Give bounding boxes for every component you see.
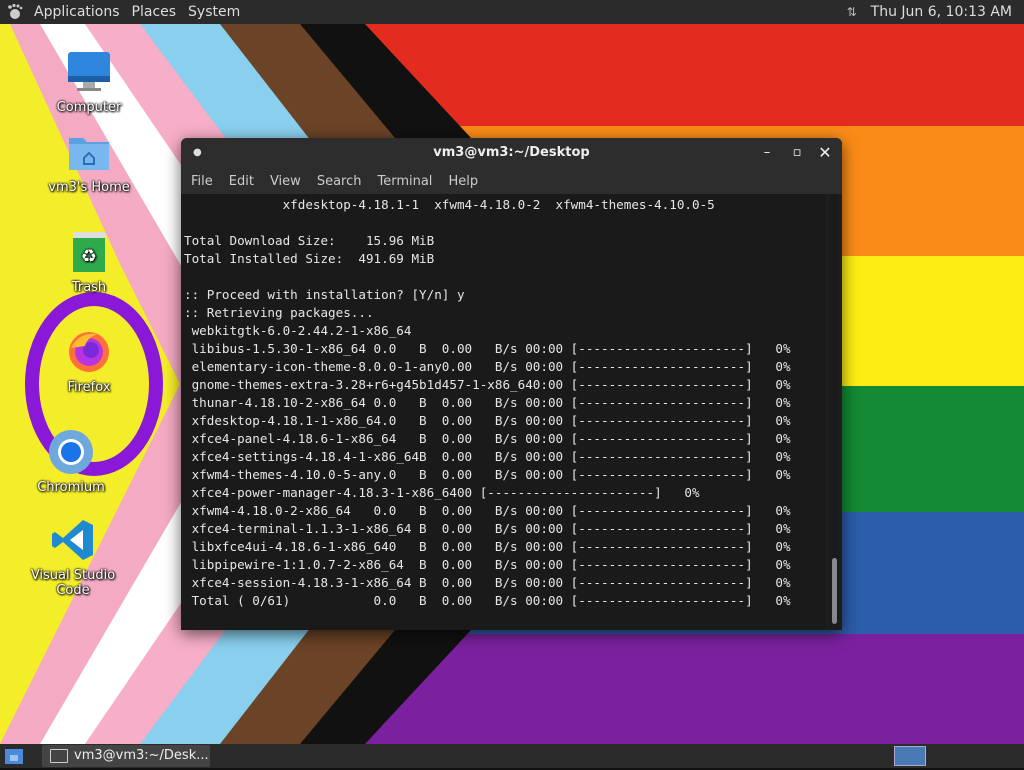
desktop-icon-trash[interactable]: ♻ Trash — [34, 228, 144, 295]
menu-terminal[interactable]: Terminal — [371, 174, 438, 189]
terminal-line: gnome-themes-extra-3.28+r6+g45b1d457-1-x… — [184, 377, 791, 392]
desktop-icon-computer[interactable]: Computer — [34, 48, 144, 115]
menu-system[interactable]: System — [182, 0, 246, 24]
home-folder-icon — [65, 128, 113, 176]
menu-places[interactable]: Places — [126, 0, 183, 24]
desktop-icon-firefox[interactable]: Firefox — [34, 328, 144, 395]
vscode-icon — [49, 516, 97, 564]
chromium-icon — [47, 428, 95, 476]
trash-icon: ♻ — [65, 228, 113, 276]
menu-view[interactable]: View — [264, 174, 307, 189]
desktop: Computer vm3's Home ♻ Trash Firefox Chro… — [0, 24, 1024, 744]
desktop-icon-label: Visual Studio Code — [30, 568, 116, 598]
firefox-icon — [65, 328, 113, 376]
desktop-icon-chromium[interactable]: Chromium — [16, 428, 126, 495]
minimize-icon[interactable]: – — [754, 138, 780, 168]
desktop-icon-label: Firefox — [67, 380, 111, 395]
terminal-line: xfce4-session-4.18.3-1-x86_64 B 0.00 B/s… — [184, 575, 791, 590]
terminal-output[interactable]: xfdesktop-4.18.1-1 xfwm4-4.18.0-2 xfwm4-… — [181, 194, 826, 630]
terminal-line: xfce4-settings-4.18.4-1-x86_64B 0.00 B/s… — [184, 449, 791, 464]
desktop-icon-label: Trash — [71, 280, 107, 295]
show-desktop-icon[interactable] — [4, 746, 26, 766]
terminal-line: xfdesktop-4.18.1-1-x86_64.0 B 0.00 B/s 0… — [184, 413, 791, 428]
workspace-switcher[interactable] — [894, 746, 926, 766]
terminal-icon — [50, 749, 68, 763]
menu-file[interactable]: File — [185, 174, 219, 189]
terminal-line: xfce4-terminal-1.1.3-1-x86_64 B 0.00 B/s… — [184, 521, 791, 536]
terminal-line: Total Installed Size: 491.69 MiB — [184, 251, 435, 266]
desktop-icon-label: Chromium — [37, 480, 105, 495]
terminal-line: thunar-4.18.10-2-x86_64 0.0 B 0.00 B/s 0… — [184, 395, 791, 410]
svg-text:♻: ♻ — [81, 246, 97, 267]
desktop-icon-label: vm3's Home — [48, 180, 130, 195]
bottom-panel: vm3@vm3:~/Desk... — [0, 744, 1024, 768]
menu-edit[interactable]: Edit — [223, 174, 260, 189]
window-title: vm3@vm3:~/Desktop — [433, 145, 590, 160]
taskbar-label: vm3@vm3:~/Desk... — [74, 748, 209, 763]
terminal-titlebar[interactable]: ● vm3@vm3:~/Desktop – ▫ ✕ — [181, 138, 842, 168]
terminal-line: Total Download Size: 15.96 MiB — [184, 233, 435, 248]
terminal-line: libibus-1.5.30-1-x86_64 0.0 B 0.00 B/s 0… — [184, 341, 791, 356]
desktop-icon-home[interactable]: vm3's Home — [34, 128, 144, 195]
network-arrows-icon[interactable]: ⇅ — [833, 5, 871, 19]
gnome-foot-icon[interactable] — [4, 1, 26, 23]
taskbar-terminal-button[interactable]: vm3@vm3:~/Desk... — [42, 745, 210, 767]
menu-applications[interactable]: Applications — [28, 0, 126, 24]
menu-search[interactable]: Search — [311, 174, 368, 189]
terminal-scrollbar[interactable] — [829, 194, 839, 630]
terminal-line: xfce4-power-manager-4.18.3-1-x86_6400 [-… — [184, 485, 700, 500]
top-panel: Applications Places System ⇅ Thu Jun 6, … — [0, 0, 1024, 24]
terminal-menubar: File Edit View Search Terminal Help — [181, 168, 842, 194]
terminal-line: :: Retrieving packages... — [184, 305, 374, 320]
clock[interactable]: Thu Jun 6, 10:13 AM — [871, 4, 1024, 20]
terminal-line: webkitgtk-6.0-2.44.2-1-x86_64 — [184, 323, 412, 338]
terminal-window[interactable]: ● vm3@vm3:~/Desktop – ▫ ✕ File Edit View… — [181, 138, 842, 630]
terminal-line: xfce4-panel-4.18.6-1-x86_64 B 0.00 B/s 0… — [184, 431, 791, 446]
desktop-icon-label: Computer — [56, 100, 122, 115]
terminal-line: Total ( 0/61) 0.0 B 0.00 B/s 00:00 [----… — [184, 593, 791, 608]
terminal-line: xfwm4-4.18.0-2-x86_64 0.0 B 0.00 B/s 00:… — [184, 503, 791, 518]
scrollbar-thumb[interactable] — [832, 558, 837, 624]
menu-help[interactable]: Help — [442, 174, 484, 189]
terminal-line: :: Proceed with installation? [Y/n] y — [184, 287, 465, 302]
terminal-line: xfdesktop-4.18.1-1 xfwm4-4.18.0-2 xfwm4-… — [184, 197, 715, 212]
terminal-line: libpipewire-1:1.0.7-2-x86_64 B 0.00 B/s … — [184, 557, 791, 572]
terminal-line: elementary-icon-theme-8.0.0-1-any0.00 B/… — [184, 359, 791, 374]
terminal-line: libxfce4ui-4.18.6-1-x86_640 B 0.00 B/s 0… — [184, 539, 791, 554]
window-menu-icon[interactable]: ● — [193, 138, 202, 168]
computer-icon — [65, 48, 113, 96]
maximize-icon[interactable]: ▫ — [784, 138, 810, 168]
close-icon[interactable]: ✕ — [812, 138, 838, 168]
terminal-line: xfwm4-themes-4.10.0-5-any.0 B 0.00 B/s 0… — [184, 467, 791, 482]
desktop-icon-vscode[interactable]: Visual Studio Code — [18, 516, 128, 598]
